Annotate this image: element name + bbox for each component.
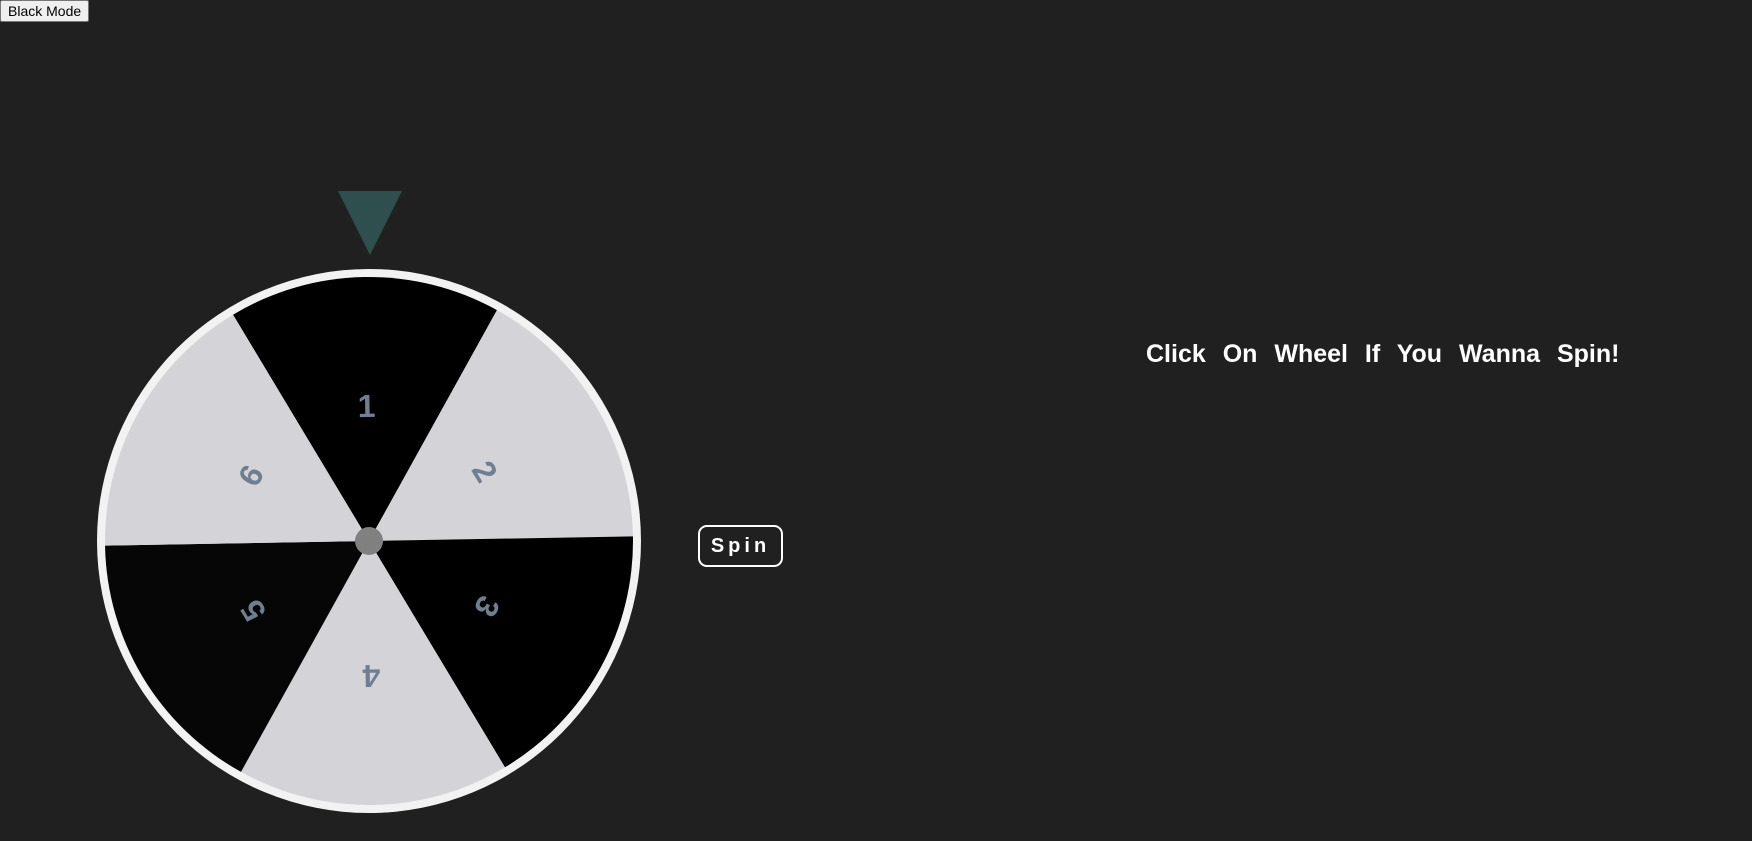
wheel-hub bbox=[355, 527, 383, 555]
spin-button[interactable]: Spin bbox=[698, 525, 783, 567]
black-mode-button[interactable]: Black Mode bbox=[0, 0, 90, 22]
wheel-pointer-icon bbox=[338, 191, 402, 255]
instruction-message: Click On Wheel If You Wanna Spin! bbox=[1146, 340, 1620, 368]
wheel-segment-label: 1 bbox=[357, 388, 375, 424]
prize-wheel[interactable]: 123456 bbox=[94, 266, 644, 816]
wheel-segment-label: 4 bbox=[362, 658, 381, 694]
